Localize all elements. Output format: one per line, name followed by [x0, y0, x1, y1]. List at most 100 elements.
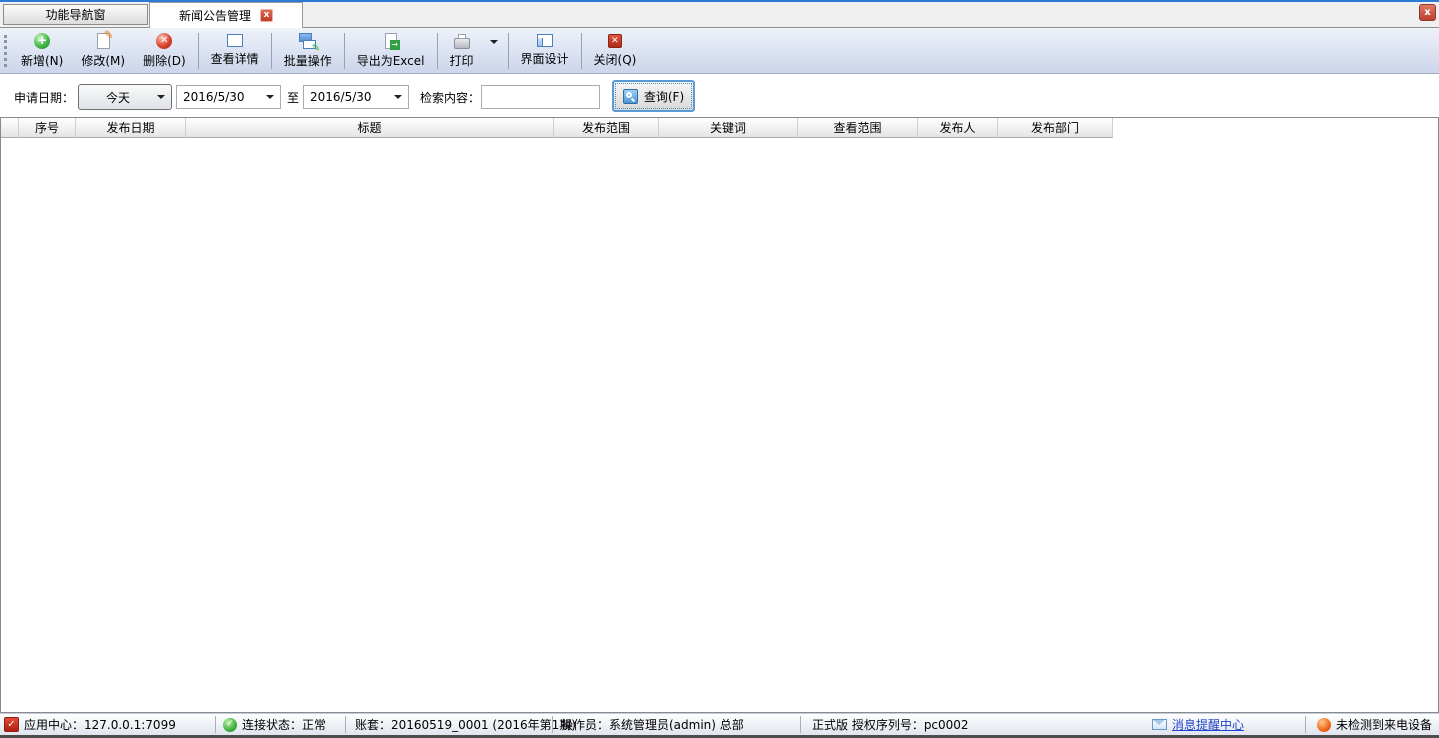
tab-close-icon[interactable]: x — [260, 9, 273, 22]
toolbar-separator — [437, 33, 438, 69]
status-bar-row: ✓ 应用中心：127.0.0.1:7099 ✓ 连接状态：正常 账套：20160… — [0, 713, 1439, 735]
date-to-picker[interactable]: 2016/5/30 — [303, 85, 409, 109]
app-window: 功能导航窗 新闻公告管理 x x + 新增(N) ✎ 修改(M) ✕ 删除(D)… — [0, 0, 1439, 738]
date-to-value: 2016/5/30 — [310, 90, 372, 104]
print-icon — [454, 38, 470, 49]
filter-bar: 申请日期： 今天 2016/5/30 至 2016/5/30 检索内容： 查询(… — [0, 75, 1439, 117]
column-header-view-scope[interactable]: 查看范围 — [798, 118, 918, 138]
query-button-label: 查询(F) — [644, 88, 684, 105]
edit-button[interactable]: ✎ 修改(M) — [72, 30, 134, 72]
chevron-down-icon — [490, 40, 498, 58]
connection-text: 连接状态：正常 — [242, 716, 326, 733]
call-device-status: 未检测到来电设备 — [1317, 714, 1432, 735]
query-button[interactable]: 查询(F) — [612, 80, 695, 112]
account-set-status: 账套：20160519_0001 (2016年第1期) — [355, 714, 576, 735]
chevron-down-icon — [394, 95, 402, 99]
pencil-icon: ✎ — [104, 28, 114, 42]
license-status: 正式版 授权序列号：pc0002 — [812, 714, 969, 735]
mail-icon — [1152, 719, 1167, 730]
close-icon: ✕ — [608, 34, 622, 48]
batch-operation-icon: ✎ — [299, 33, 316, 49]
window-close-icon[interactable]: x — [1419, 4, 1436, 21]
print-dropdown-button[interactable] — [483, 40, 505, 62]
date-preset-value: 今天 — [79, 89, 157, 106]
search-icon — [623, 89, 638, 104]
add-icon: + — [34, 33, 50, 49]
column-header-title[interactable]: 标题 — [186, 118, 554, 138]
tab-active-label: 新闻公告管理 — [179, 7, 251, 24]
connection-ok-icon: ✓ — [223, 718, 237, 732]
tab-news-announcement-management[interactable]: 新闻公告管理 x — [149, 2, 303, 28]
toolbar-drag-grip[interactable] — [4, 35, 7, 67]
column-header-publish-scope[interactable]: 发布范围 — [554, 118, 659, 138]
batch-operation-button-label: 批量操作 — [284, 52, 332, 69]
edit-icon: ✎ — [97, 33, 110, 49]
view-detail-button-label: 查看详情 — [211, 50, 259, 67]
chevron-down-icon — [266, 95, 274, 99]
column-header-publish-dept[interactable]: 发布部门 — [998, 118, 1113, 138]
toolbar: + 新增(N) ✎ 修改(M) ✕ 删除(D) 查看详情 ✎ 批量操作 → — [0, 28, 1439, 74]
app-center-icon: ✓ — [4, 717, 19, 732]
print-button[interactable]: 打印 — [441, 30, 483, 72]
message-center-item[interactable]: 消息提醒中心 — [1152, 714, 1244, 735]
app-center-status: ✓ 应用中心：127.0.0.1:7099 — [4, 714, 176, 735]
view-detail-icon — [227, 34, 243, 47]
operator-text: 操作员：系统管理员(admin) 总部 — [561, 716, 744, 733]
toolbar-separator — [198, 33, 199, 69]
print-button-label: 打印 — [450, 52, 474, 69]
apply-date-label: 申请日期： — [14, 85, 74, 109]
status-separator — [1305, 716, 1306, 733]
ui-design-button-label: 界面设计 — [521, 50, 569, 67]
date-preset-dropdown[interactable]: 今天 — [78, 84, 172, 110]
chevron-down-icon — [157, 95, 165, 99]
pencil-icon: ✎ — [312, 43, 320, 54]
column-header-publisher[interactable]: 发布人 — [918, 118, 998, 138]
toolbar-separator — [271, 33, 272, 69]
table-header-row: 序号 发布日期 标题 发布范围 关键词 查看范围 发布人 发布部门 — [1, 118, 1438, 138]
add-button[interactable]: + 新增(N) — [12, 30, 72, 72]
toolbar-separator — [344, 33, 345, 69]
tab-function-navigation[interactable]: 功能导航窗 — [3, 4, 148, 25]
date-from-value: 2016/5/30 — [183, 90, 245, 104]
search-content-label: 检索内容： — [420, 85, 480, 109]
column-header-publish-date[interactable]: 发布日期 — [76, 118, 186, 138]
table-body-empty — [1, 138, 1438, 712]
export-excel-icon: → — [385, 33, 397, 49]
view-detail-button[interactable]: 查看详情 — [202, 31, 268, 70]
call-device-alert-icon — [1317, 718, 1331, 732]
export-excel-button-label: 导出为Excel — [357, 52, 425, 69]
date-from-picker[interactable]: 2016/5/30 — [176, 85, 281, 109]
status-separator — [215, 716, 216, 733]
delete-icon: ✕ — [156, 33, 172, 49]
tab-bar: 功能导航窗 新闻公告管理 x x — [0, 2, 1439, 28]
add-button-label: 新增(N) — [21, 52, 63, 69]
column-header-seq-no[interactable]: 序号 — [19, 118, 76, 138]
license-text: 正式版 授权序列号：pc0002 — [812, 716, 969, 733]
status-separator — [345, 716, 346, 733]
close-button-label: 关闭(Q) — [594, 51, 637, 68]
status-separator — [552, 716, 553, 733]
status-separator — [800, 716, 801, 733]
delete-button-label: 删除(D) — [143, 52, 186, 69]
close-button[interactable]: ✕ 关闭(Q) — [585, 31, 646, 71]
tab-function-navigation-label: 功能导航窗 — [45, 6, 105, 23]
ui-design-button[interactable]: 界面设计 — [512, 31, 578, 70]
column-header-row-indicator — [1, 118, 19, 138]
operator-status: 操作员：系统管理员(admin) 总部 — [561, 714, 744, 735]
ui-design-icon — [537, 34, 553, 47]
app-center-text: 应用中心：127.0.0.1:7099 — [24, 716, 176, 733]
export-excel-button[interactable]: → 导出为Excel — [348, 30, 434, 72]
column-header-keywords[interactable]: 关键词 — [659, 118, 798, 138]
connection-status: ✓ 连接状态：正常 — [223, 714, 326, 735]
toolbar-separator — [581, 33, 582, 69]
account-set-text: 账套：20160519_0001 (2016年第1期) — [355, 716, 576, 733]
message-center-link[interactable]: 消息提醒中心 — [1172, 716, 1244, 733]
news-table: 序号 发布日期 标题 发布范围 关键词 查看范围 发布人 发布部门 — [0, 117, 1439, 713]
search-content-input[interactable] — [481, 85, 600, 109]
delete-button[interactable]: ✕ 删除(D) — [134, 30, 195, 72]
call-device-text: 未检测到来电设备 — [1336, 716, 1432, 733]
batch-operation-button[interactable]: ✎ 批量操作 — [275, 30, 341, 72]
status-bar: ✓ 应用中心：127.0.0.1:7099 ✓ 连接状态：正常 账套：20160… — [0, 713, 1439, 738]
edit-button-label: 修改(M) — [81, 52, 125, 69]
to-label: 至 — [287, 85, 299, 109]
